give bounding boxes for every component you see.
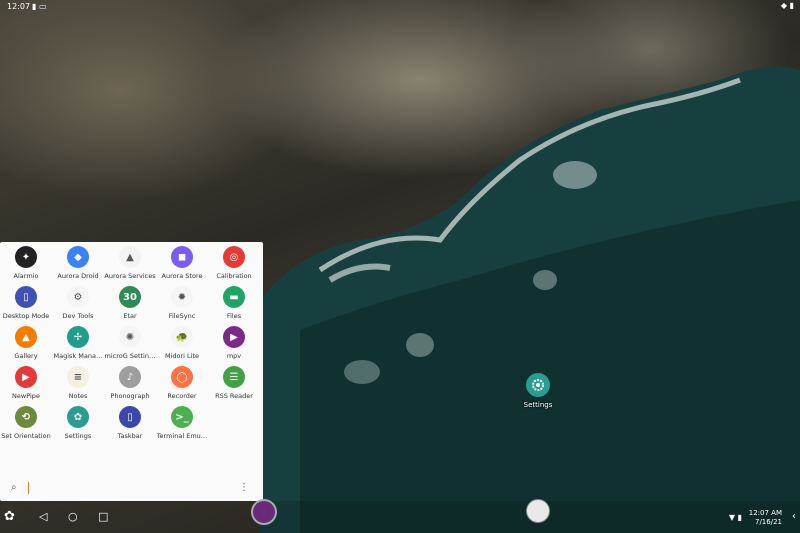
- recents-icon[interactable]: □: [98, 510, 108, 523]
- app-icon: ◼: [171, 246, 193, 268]
- home-icon[interactable]: ○: [68, 510, 78, 523]
- search-cursor[interactable]: [28, 482, 29, 494]
- app-icon: ✦: [15, 246, 37, 268]
- app-icon: ⟲: [15, 406, 37, 428]
- chevron-left-icon[interactable]: ‹: [792, 511, 796, 522]
- app-drawer: ✦ Alarmio ◆ Aurora Droid ▲ Aurora Services ◼ Au…: [0, 242, 263, 501]
- app-icon: ▶: [15, 366, 37, 388]
- app-label: Settings: [64, 432, 92, 440]
- app-settings[interactable]: ✿ Settings: [52, 406, 104, 440]
- settings-icon: [526, 373, 550, 397]
- clock-time: 12:07 AM: [748, 509, 782, 517]
- app-label: mpv: [226, 352, 242, 360]
- desktop-shortcut-label: Settings: [523, 401, 553, 409]
- app-label: Taskbar: [117, 432, 143, 440]
- app-icon: ▲: [15, 326, 37, 348]
- app-aurora-droid[interactable]: ◆ Aurora Droid: [52, 246, 104, 280]
- drawer-search-row[interactable]: ⌕ ⋮: [0, 480, 263, 500]
- app-icon: ⚙: [67, 286, 89, 308]
- taskbar-clock[interactable]: 12:07 AM 7/16/21: [749, 509, 782, 527]
- app-magisk-mana[interactable]: ✢ Magisk Mana…: [52, 326, 104, 360]
- app-label: Terminal Emu…: [156, 432, 208, 440]
- app-label: Midori Lite: [164, 352, 200, 360]
- app-label: FileSync: [168, 312, 196, 320]
- clock-date: 7/16/21: [755, 518, 782, 526]
- app-etar[interactable]: 30 Etar: [104, 286, 156, 320]
- app-icon: ✹: [171, 286, 193, 308]
- app-aurora-services[interactable]: ▲ Aurora Services: [104, 246, 156, 280]
- app-label: Aurora Services: [104, 272, 156, 280]
- app-label: Dev Tools: [62, 312, 94, 320]
- app-icon: ✺: [119, 326, 141, 348]
- app-label: Recorder: [167, 392, 197, 400]
- status-bar: 12:07 ▮ ▭ ◆ ▮: [0, 0, 800, 14]
- app-label: Gallery: [14, 352, 38, 360]
- app-icon: ≡: [67, 366, 89, 388]
- app-calibration[interactable]: ◎ Calibration: [208, 246, 260, 280]
- app-notes[interactable]: ≡ Notes: [52, 366, 104, 400]
- app-label: Files: [226, 312, 242, 320]
- app-label: NewPipe: [12, 392, 40, 400]
- app-taskbar[interactable]: ▯ Taskbar: [104, 406, 156, 440]
- status-time: 12:07: [7, 2, 31, 11]
- app-recorder[interactable]: ◯ Recorder: [156, 366, 208, 400]
- overflow-menu-icon[interactable]: ⋮: [239, 482, 249, 493]
- app-microg-settin[interactable]: ✺ microG Settin…: [104, 326, 156, 360]
- app-label: Magisk Mana…: [53, 352, 103, 360]
- app-icon: ☰: [223, 366, 245, 388]
- back-icon[interactable]: ◁: [39, 510, 47, 523]
- app-icon: ◆: [67, 246, 89, 268]
- app-icon: 30: [119, 286, 141, 308]
- app-icon: ◯: [171, 366, 193, 388]
- app-icon: ▶: [223, 326, 245, 348]
- app-filesync[interactable]: ✹ FileSync: [156, 286, 208, 320]
- wifi-battery-icons: ▼ ▮: [728, 513, 742, 522]
- app-icon: ▯: [119, 406, 141, 428]
- app-gallery[interactable]: ▲ Gallery: [0, 326, 52, 360]
- app-label: microG Settin…: [104, 352, 156, 360]
- app-icon: >_: [171, 406, 193, 428]
- app-label: Desktop Mode: [2, 312, 50, 320]
- app-label: Alarmio: [13, 272, 39, 280]
- app-icon: ▲: [119, 246, 141, 268]
- app-label: Aurora Store: [161, 272, 203, 280]
- app-icon: ✿: [67, 406, 89, 428]
- app-rss-reader[interactable]: ☰ RSS Reader: [208, 366, 260, 400]
- desktop-shortcut-settings[interactable]: Settings: [518, 373, 558, 409]
- app-label: RSS Reader: [215, 392, 253, 400]
- app-label: Etar: [123, 312, 137, 320]
- app-label: Notes: [68, 392, 88, 400]
- app-icon: ◎: [223, 246, 245, 268]
- app-aurora-store[interactable]: ◼ Aurora Store: [156, 246, 208, 280]
- app-label: Phonograph: [110, 392, 150, 400]
- search-icon: ⌕: [11, 482, 17, 493]
- app-dev-tools[interactable]: ⚙ Dev Tools: [52, 286, 104, 320]
- app-phonograph[interactable]: ♪ Phonograph: [104, 366, 156, 400]
- app-terminal-emu[interactable]: >_ Terminal Emu…: [156, 406, 208, 440]
- app-icon: ✢: [67, 326, 89, 348]
- taskbar-app-mpv-icon[interactable]: [251, 499, 277, 525]
- status-notification-icons: ▮ ▭: [32, 2, 47, 11]
- status-signal-icons: ◆ ▮: [780, 1, 794, 10]
- app-desktop-mode[interactable]: ▯ Desktop Mode: [0, 286, 52, 320]
- app-newpipe[interactable]: ▶ NewPipe: [0, 366, 52, 400]
- taskbar: ✿ ◁ ○ □ ▼ ▮ 12:07 AM 7/16/21 ‹: [0, 499, 800, 533]
- app-icon: ▬: [223, 286, 245, 308]
- app-icon: ▯: [15, 286, 37, 308]
- app-label: Aurora Droid: [57, 272, 99, 280]
- app-set-orientation[interactable]: ⟲ Set Orientation: [0, 406, 52, 440]
- lotus-start-icon[interactable]: ✿: [4, 509, 15, 524]
- app-icon: ♪: [119, 366, 141, 388]
- app-icon: 🐢: [171, 326, 193, 348]
- app-files[interactable]: ▬ Files: [208, 286, 260, 320]
- taskbar-app-midori-icon[interactable]: [526, 499, 550, 523]
- app-label: Calibration: [216, 272, 252, 280]
- app-alarmio[interactable]: ✦ Alarmio: [0, 246, 52, 280]
- app-midori-lite[interactable]: 🐢 Midori Lite: [156, 326, 208, 360]
- app-label: Set Orientation: [1, 432, 51, 440]
- app-mpv[interactable]: ▶ mpv: [208, 326, 260, 360]
